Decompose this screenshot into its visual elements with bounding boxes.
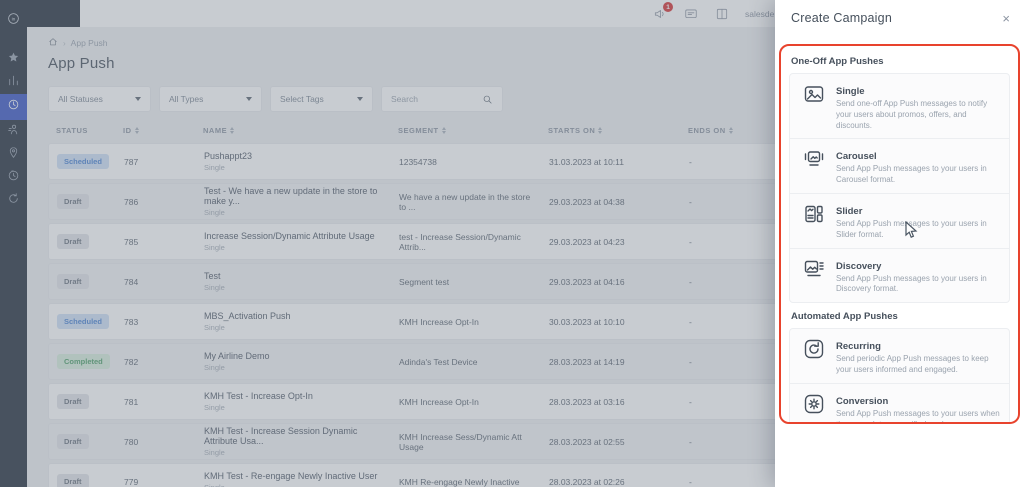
campaign-type-recurring[interactable]: Recurring Send periodic App Push messages… [790, 329, 1009, 384]
section-label: Automated App Pushes [791, 311, 898, 323]
app-root: 1 salesde in › App Push App Push All Sta… [0, 0, 1024, 487]
item-description: Send one-off App Push messages to notify… [836, 99, 988, 130]
item-description: Send App Push messages to your users whe… [836, 408, 1000, 422]
section-label: One-Off App Pushes [791, 56, 884, 67]
item-title: Recurring [836, 341, 881, 353]
campaign-type-carousel[interactable]: Carousel Send App Push messages to your u… [790, 139, 1009, 194]
campaign-type-single[interactable]: Single Send one-off App Push messages to … [790, 74, 1009, 140]
campaign-type-conversion[interactable]: Conversion Send App Push messages to your… [790, 384, 1009, 422]
discovery-icon [802, 257, 826, 281]
conversion-gear-icon [802, 392, 826, 416]
item-title: Slider [836, 205, 863, 217]
recurring-icon [802, 337, 826, 361]
campaign-type-slider[interactable]: Slider Send App Push messages to your use… [790, 194, 1009, 249]
panel-title: Create Campaign [791, 11, 892, 25]
item-description: Send periodic App Push messages to keep … [836, 354, 989, 374]
carousel-icon [802, 147, 826, 171]
highlight-annotation-box: One-Off App Pushes Single Send one-off App… [779, 44, 1020, 424]
image-icon [802, 82, 826, 106]
item-description: Send App Push messages to your users in … [836, 164, 987, 185]
item-title: Conversion [836, 395, 889, 407]
campaign-type-discovery[interactable]: Discovery Send App Push messages to your … [790, 249, 1009, 303]
item-title: Discovery [836, 260, 882, 272]
panel-header: Create Campaign × [775, 0, 1024, 36]
close-icon[interactable]: × [1002, 12, 1010, 25]
section-card: Single Send one-off App Push messages to … [789, 73, 1010, 304]
create-campaign-panel: Create Campaign × One-Off App Pushes Sing… [775, 0, 1024, 487]
slider-icon [802, 202, 826, 226]
item-title: Single [836, 86, 865, 97]
item-title: Carousel [836, 151, 877, 163]
modal-backdrop[interactable] [0, 0, 775, 487]
item-description: Send App Push messages to your users in … [836, 273, 987, 294]
item-description: Send App Push messages to your users in … [836, 218, 987, 239]
section-card: Recurring Send periodic App Push messages… [789, 328, 1010, 422]
